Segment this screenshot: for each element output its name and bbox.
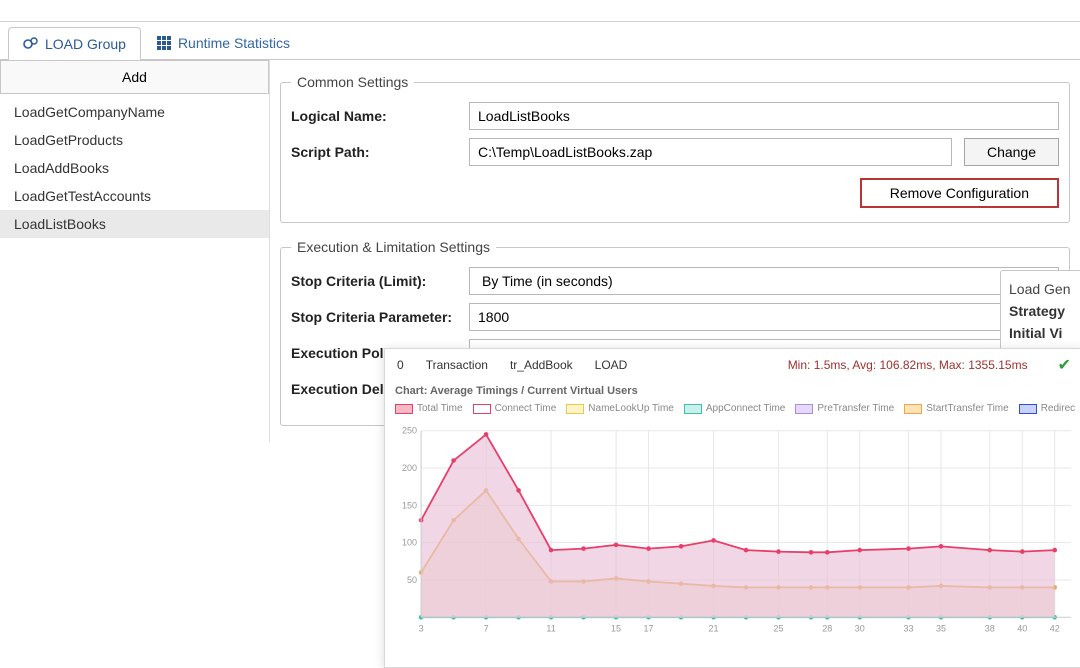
stop-criteria-select[interactable]: By Time (in seconds) — [469, 267, 1059, 295]
svg-text:33: 33 — [903, 623, 913, 633]
fieldset-legend: Execution & Limitation Settings — [291, 239, 496, 255]
chart-index: 0 — [397, 358, 404, 372]
legend-label: NameLookUp Time — [588, 403, 674, 414]
list-item[interactable]: LoadAddBooks — [0, 154, 269, 182]
logical-name-label: Logical Name: — [291, 108, 461, 124]
chart-plot: 50 100 150 200 250 3 7 11 15 17 21 25 28 30 33 35 38 40 42 — [393, 420, 1075, 640]
tab-bar: LOAD Group Runtime Statistics — [0, 22, 1080, 60]
legend-swatch — [684, 404, 702, 414]
legend-label: Connect Time — [495, 403, 557, 414]
svg-text:38: 38 — [985, 623, 995, 633]
strategy-label: Strategy — [1009, 303, 1080, 319]
chart-col-type: Transaction — [426, 358, 488, 372]
svg-text:250: 250 — [402, 426, 417, 436]
legend-swatch — [1019, 404, 1037, 414]
svg-text:40: 40 — [1017, 623, 1027, 633]
legend-label: PreTransfer Time — [817, 403, 894, 414]
stop-criteria-label: Stop Criteria (Limit): — [291, 273, 461, 289]
legend-swatch — [473, 404, 491, 414]
svg-text:35: 35 — [936, 623, 946, 633]
legend-label: AppConnect Time — [706, 403, 786, 414]
legend-item: NameLookUp Time — [566, 403, 674, 414]
list-item[interactable]: LoadListBooks — [0, 210, 269, 238]
chart-legend: Total Time Connect Time NameLookUp Time App… — [393, 401, 1075, 420]
svg-text:3: 3 — [419, 623, 424, 633]
svg-text:15: 15 — [611, 623, 621, 633]
svg-text:21: 21 — [709, 623, 719, 633]
stop-param-input[interactable] — [469, 303, 1059, 331]
svg-text:11: 11 — [546, 623, 555, 633]
grid-icon — [156, 35, 172, 51]
legend-swatch — [904, 404, 922, 414]
svg-text:17: 17 — [644, 623, 654, 633]
svg-text:50: 50 — [407, 575, 417, 585]
script-path-label: Script Path: — [291, 144, 461, 160]
svg-text:42: 42 — [1050, 623, 1060, 633]
svg-text:150: 150 — [402, 500, 417, 510]
chart-header: 0 Transaction tr_AddBook LOAD Min: 1.5ms… — [393, 355, 1075, 379]
svg-text:25: 25 — [774, 623, 784, 633]
tab-label: LOAD Group — [45, 36, 126, 52]
logical-name-input[interactable] — [469, 102, 1059, 130]
change-button[interactable]: Change — [964, 138, 1059, 166]
legend-item: AppConnect Time — [684, 403, 786, 414]
initial-vu-label: Initial Vi — [1009, 325, 1080, 341]
svg-text:30: 30 — [855, 623, 865, 633]
svg-text:28: 28 — [822, 623, 832, 633]
common-settings-group: Common Settings Logical Name: Script Pat… — [280, 74, 1070, 223]
remove-configuration-button[interactable]: Remove Configuration — [860, 178, 1059, 208]
toolbar-strip — [0, 0, 1080, 22]
chart-col-name: tr_AddBook — [510, 358, 573, 372]
fieldset-legend: Load Gen — [1009, 281, 1080, 297]
list-item[interactable]: LoadGetTestAccounts — [0, 182, 269, 210]
chart-panel: 0 Transaction tr_AddBook LOAD Min: 1.5ms… — [384, 348, 1080, 668]
list-item[interactable]: LoadGetProducts — [0, 126, 269, 154]
list-item[interactable]: LoadGetCompanyName — [0, 98, 269, 126]
fieldset-legend: Common Settings — [291, 74, 414, 90]
svg-text:200: 200 — [402, 463, 417, 473]
legend-item: Redirec — [1019, 403, 1075, 414]
legend-item: PreTransfer Time — [795, 403, 894, 414]
tab-label: Runtime Statistics — [178, 35, 290, 51]
sidebar: Add LoadGetCompanyNameLoadGetProductsLoa… — [0, 60, 270, 442]
svg-text:7: 7 — [484, 623, 489, 633]
chart-stats: Min: 1.5ms, Avg: 106.82ms, Max: 1355.15m… — [788, 358, 1028, 372]
legend-label: Total Time — [417, 403, 463, 414]
chart-col-group: LOAD — [595, 358, 628, 372]
add-button[interactable]: Add — [0, 60, 269, 94]
legend-label: Redirec — [1041, 403, 1075, 414]
tab-runtime-statistics[interactable]: Runtime Statistics — [141, 26, 305, 59]
legend-item: StartTransfer Time — [904, 403, 1008, 414]
legend-item: Connect Time — [473, 403, 557, 414]
tab-load-group[interactable]: LOAD Group — [8, 27, 141, 60]
svg-text:100: 100 — [402, 538, 417, 548]
legend-swatch — [795, 404, 813, 414]
legend-label: StartTransfer Time — [926, 403, 1008, 414]
legend-swatch — [395, 404, 413, 414]
gear-icon — [23, 36, 39, 52]
chart-title: Chart: Average Timings / Current Virtual… — [393, 379, 1075, 401]
check-icon: ✔ — [1058, 355, 1071, 375]
legend-swatch — [566, 404, 584, 414]
script-path-input[interactable] — [469, 138, 952, 166]
legend-item: Total Time — [395, 403, 463, 414]
stop-param-label: Stop Criteria Parameter: — [291, 309, 461, 325]
script-list: LoadGetCompanyNameLoadGetProductsLoadAdd… — [0, 94, 269, 242]
